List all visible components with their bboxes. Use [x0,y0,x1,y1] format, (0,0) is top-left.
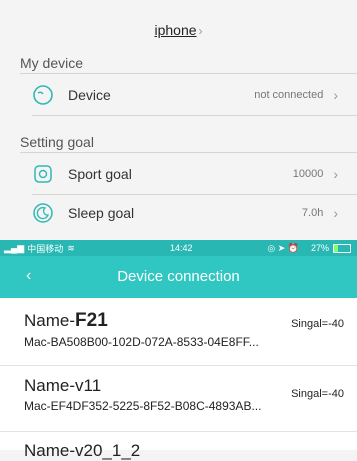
divider [0,365,357,366]
section-title-setting-goal: Setting goal [20,134,94,150]
sport-goal-row[interactable]: Sport goal 10000 › [32,157,344,191]
sleep-goal-value: 7.0h [301,207,324,219]
section-title-my-device: My device [20,55,84,71]
device-name-prefix: Name- [24,311,76,330]
divider [32,115,357,116]
chevron-right-icon: › [333,166,338,182]
device-name: v20_1_2 [75,441,141,460]
device-name-prefix: Name- [24,376,76,395]
top-link[interactable]: iphone › [0,22,357,38]
device-name-prefix: Name- [24,441,76,460]
nav-bar: ‹ Device connection [0,256,357,298]
sport-icon [32,163,54,185]
status-icons: ◎ ➤ ⏰ [267,242,299,253]
device-label: Device [68,87,111,103]
sport-goal-label: Sport goal [68,166,132,182]
device-name: F21 [75,310,108,331]
device-list: Name-F21 Singal=-40 Mac-BA508B00-102D-07… [0,298,357,460]
sleep-goal-row[interactable]: Sleep goal 7.0h › [32,196,344,230]
device-signal: Singal=-40 [291,388,344,400]
device-mac: Mac-BA508B00-102D-072A-8533-04E8FF... [24,335,259,349]
battery-percent: 27% [310,243,329,253]
battery-icon [333,243,351,253]
iphone-link[interactable]: iphone [154,22,196,38]
carrier-name: 中国移动 [27,243,64,254]
divider [0,431,357,432]
divider [20,152,357,153]
device-status: not connected [254,89,324,101]
sleep-moon-icon [32,202,54,224]
wifi-icon: ≋ [67,242,75,253]
device-circle-icon [32,84,54,106]
status-bar: ▂▄▆ 中国移动 ≋ 14:42 ◎ ➤ ⏰ 27% [0,240,357,256]
sleep-goal-label: Sleep goal [68,205,135,221]
list-item[interactable]: Name-v20_1_2 [24,441,354,461]
chevron-right-icon: › [198,24,203,38]
divider [32,194,357,195]
device-mac: Mac-EF4DF352-5225-8F52-B08C-4893AB... [24,399,262,413]
list-item[interactable]: Name-v11 Singal=-40 Mac-EF4DF352-5225-8F… [24,376,354,413]
sport-goal-value: 10000 [292,168,324,180]
device-signal: Singal=-40 [291,318,344,330]
page-title: Device connection [117,268,240,285]
status-time: 14:42 [170,243,193,253]
chevron-right-icon: › [333,205,338,221]
divider [20,73,357,74]
device-name: v11 [75,376,102,395]
list-item[interactable]: Name-F21 Singal=-40 Mac-BA508B00-102D-07… [24,310,354,349]
signal-bars-icon: ▂▄▆ [4,242,25,253]
chevron-right-icon: › [333,87,338,103]
device-row[interactable]: Device not connected › [32,78,344,112]
